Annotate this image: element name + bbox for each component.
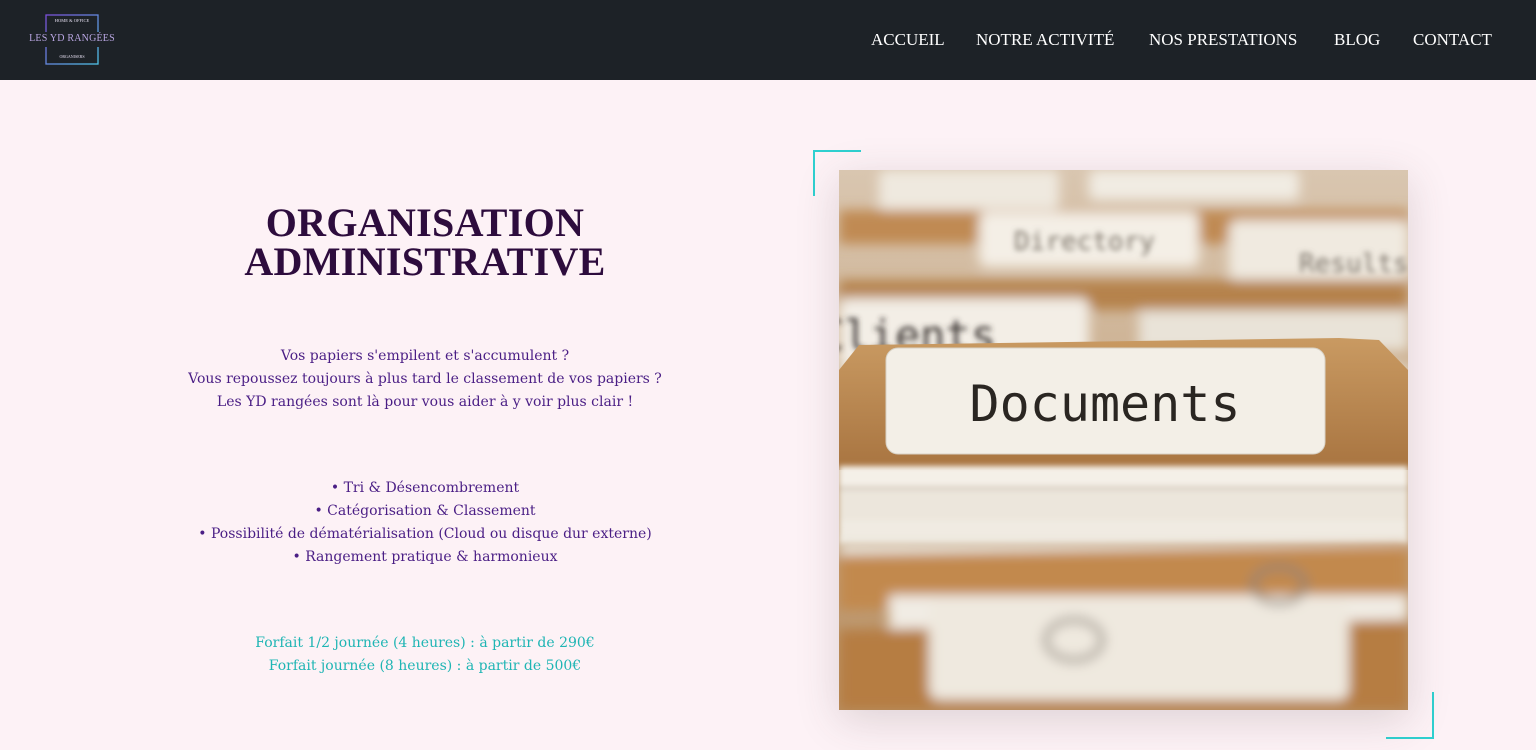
documents-label: Documents bbox=[970, 375, 1241, 433]
page-title: ORGANISATION ADMINISTRATIVE bbox=[150, 200, 700, 284]
nav-item-accueil[interactable]: ACCUEIL bbox=[871, 30, 945, 50]
nav-item-nos-prestations[interactable]: NOS PRESTATIONS bbox=[1149, 30, 1297, 50]
documents-photo: Directory Results Clients Documents bbox=[839, 170, 1408, 710]
service-list: • Tri & Désencombrement • Catégorisation… bbox=[150, 477, 700, 569]
nav-item-notre-activite[interactable]: NOTRE ACTIVITÉ bbox=[976, 30, 1114, 50]
pricing: Forfait 1/2 journée (4 heures) : à parti… bbox=[150, 632, 700, 678]
title-line: ORGANISATION bbox=[265, 200, 585, 245]
price-line: Forfait 1/2 journée (4 heures) : à parti… bbox=[255, 635, 595, 651]
nav-item-contact[interactable]: CONTACT bbox=[1413, 30, 1492, 50]
file-folders-illustration: Directory Results Clients Documents bbox=[839, 170, 1408, 710]
service-list-item: • Rangement pratique & harmonieux bbox=[292, 549, 558, 565]
site-header: HOME & OFFICE LES YD RANGÉES ORGANISERS … bbox=[0, 0, 1536, 80]
logo-top-text: HOME & OFFICE bbox=[54, 18, 90, 23]
site-logo[interactable]: HOME & OFFICE LES YD RANGÉES ORGANISERS bbox=[28, 12, 116, 68]
logo-bottom-text: ORGANISERS bbox=[59, 54, 85, 59]
title-line: ADMINISTRATIVE bbox=[244, 239, 606, 284]
intro-line: Les YD rangées sont là pour vous aider à… bbox=[216, 394, 634, 410]
background-tab-label: Results bbox=[1299, 249, 1408, 279]
intro-line: Vous repoussez toujours à plus tard le c… bbox=[188, 371, 662, 387]
nav-item-blog[interactable]: BLOG bbox=[1334, 30, 1380, 50]
service-list-item: • Tri & Désencombrement bbox=[330, 480, 520, 496]
service-list-item: • Catégorisation & Classement bbox=[314, 503, 536, 519]
background-tab-label: Directory bbox=[1014, 227, 1155, 257]
logo-main-text: LES YD RANGÉES bbox=[29, 33, 115, 44]
service-list-item: • Possibilité de dématérialisation (Clou… bbox=[198, 526, 652, 542]
intro-text: Vos papiers s'empilent et s'accumulent ?… bbox=[150, 345, 700, 414]
intro-line: Vos papiers s'empilent et s'accumulent ? bbox=[280, 348, 570, 364]
price-line: Forfait journée (8 heures) : à partir de… bbox=[268, 658, 582, 674]
